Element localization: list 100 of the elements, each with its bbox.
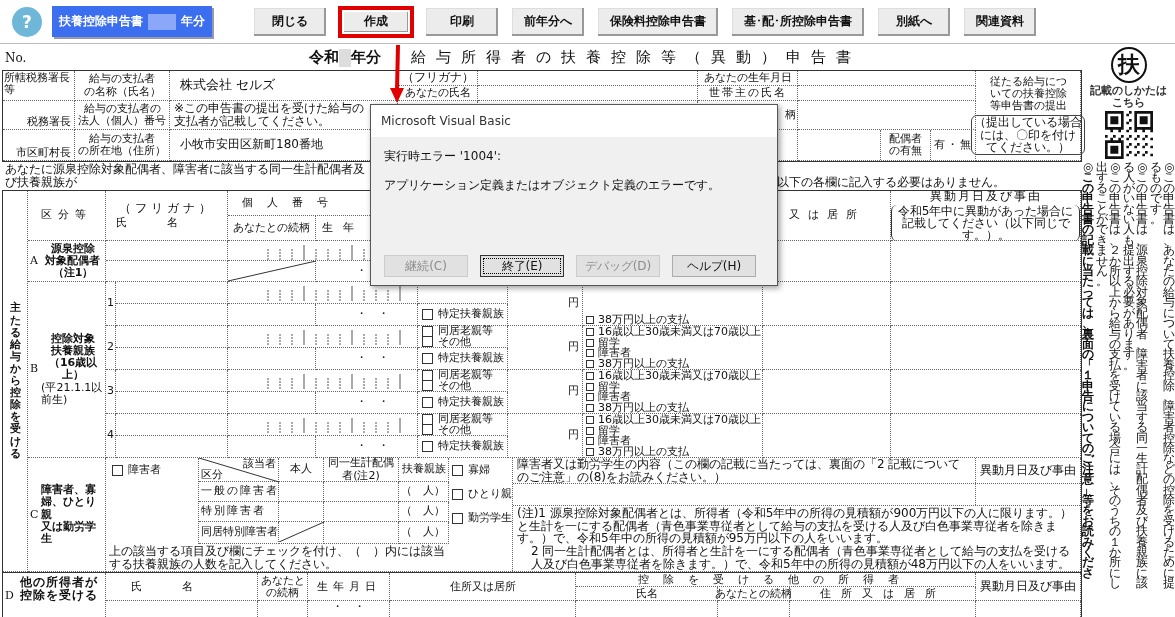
payer-address-label: 給与の支払者 の所在地（住所）	[78, 132, 166, 158]
column-header: 氏名	[635, 587, 658, 600]
toolbar-button[interactable]: 基･配･所控除申告書	[730, 5, 866, 38]
birth-date: ・ ・	[332, 601, 365, 613]
instruction-text: 上の該当する項目及び欄にチェックを付け、（ ）内には該当する扶養親族の人数を記入してください。	[108, 544, 446, 572]
checkbox-label: 特定扶養親族	[438, 440, 504, 453]
checkbox-label: 38万円以上の支払	[598, 357, 689, 370]
person-count: （ 人）	[401, 485, 445, 498]
checkbox[interactable]	[422, 369, 433, 381]
column-header: 異動月日及び事由	[980, 580, 1076, 593]
secondary-form-label: 従たる給与につ いての扶養控除 等申告書の提出	[989, 75, 1067, 113]
toolbar-button[interactable]: 前年分へ	[510, 5, 586, 38]
column-header: あなたとの続柄	[259, 575, 306, 599]
instruction-note: 出することができません。	[1095, 162, 1109, 287]
spouse-options: 有・無	[933, 138, 973, 152]
column-header: 氏名	[115, 216, 218, 229]
column-header: 異動月日及び事由	[929, 190, 1042, 204]
change-note: 令和5年中に異動があった場合に記載してください（以下同じです。）。	[891, 204, 1080, 241]
instruction-note: ◎この申告書は、あなたの給与について扶養控除、障害者控除などの控除を受けるために提	[1162, 162, 1175, 589]
column-header: 生年	[322, 221, 364, 235]
checkbox[interactable]	[586, 328, 594, 337]
checkbox-label: 特定扶養親族	[438, 352, 504, 365]
column-header: 生年月日	[316, 580, 381, 593]
dialog-button[interactable]: 終了(E)	[480, 255, 564, 277]
checkbox[interactable]	[586, 393, 594, 402]
checkbox[interactable]	[422, 441, 433, 452]
checkbox-label: 特定扶養親族	[438, 396, 504, 409]
checkbox[interactable]	[422, 424, 433, 436]
checkbox[interactable]	[586, 437, 594, 446]
number-label: No.	[4, 50, 28, 65]
checkbox[interactable]	[452, 488, 463, 500]
office-label: 税務署長	[27, 115, 71, 128]
column-header: 本人	[290, 463, 312, 476]
checkbox[interactable]	[586, 416, 594, 425]
toolbar-button[interactable]: 作成	[338, 5, 414, 38]
toolbar-button[interactable]: 印刷	[424, 5, 500, 38]
checkbox-label: その他	[438, 335, 471, 348]
section-label: 主たる給与から控除を受ける	[9, 302, 21, 460]
checkbox-label: 障害者	[598, 435, 631, 448]
instruction-note: ◎この申告書は、源泉控除対象配偶者、障害者に該当する同一生計配偶者及び扶養親族に該	[1135, 162, 1149, 589]
dialog-button[interactable]: ヘルプ(H)	[672, 255, 756, 277]
form-title-button[interactable]: 扶養控除申告書 年分	[52, 6, 212, 37]
checkbox[interactable]	[452, 464, 463, 476]
checkbox[interactable]	[586, 426, 594, 435]
column-header: 住所又は居所	[449, 580, 516, 593]
checkbox[interactable]	[586, 372, 594, 381]
row-number: 2	[107, 341, 114, 354]
column-header: （フリガナ）	[118, 202, 215, 216]
checkbox[interactable]	[586, 315, 594, 324]
checkbox[interactable]	[112, 464, 123, 476]
checkbox-label: 特定扶養親族	[438, 308, 504, 321]
checkbox[interactable]	[422, 380, 433, 392]
checkbox[interactable]	[422, 336, 433, 348]
checkbox[interactable]	[586, 338, 594, 347]
payer-number-note: ※この申告書の提出を受けた給与の支払者が記載してください。	[174, 101, 366, 129]
toolbar-button[interactable]: 閉じる	[252, 5, 328, 38]
checkbox[interactable]	[586, 382, 594, 391]
checkbox[interactable]	[586, 403, 594, 412]
yen-unit: 円	[568, 429, 579, 442]
category-label: 障害者、寡 婦、ひとり親 又は勤労学 生	[41, 484, 98, 545]
guide-link[interactable]: 記載のしかたはこちら	[1088, 85, 1169, 109]
category-note: (平21.1.1以前生)	[41, 382, 104, 407]
checkbox-label: 38万円以上の支払	[598, 313, 689, 326]
instruction-note: ◎この申告書は、２か所以上から給与の支払を受けている場合には、そのうちの１か所にし	[1108, 162, 1122, 589]
payer-number-label: 給与の支払者の 法人（個人）番号	[78, 102, 166, 128]
checkbox-label: 寡婦	[468, 464, 490, 477]
payer-name-label: 給与の支払者 の名称（氏名）	[83, 73, 161, 98]
householder-label: 世帯主の氏名	[708, 86, 787, 100]
corner-label: 該当者	[243, 458, 276, 471]
notice-text: あなたに源泉控除対象配偶者、障害者に該当する同一生計配偶者及び扶養親族が	[4, 163, 366, 189]
column-header: 同一生計配偶者(注2)	[327, 457, 395, 482]
checkbox-label: 勤労学生	[468, 512, 512, 525]
birth-date: ・ ・	[356, 352, 389, 365]
checkbox[interactable]	[422, 309, 433, 320]
checkbox[interactable]	[586, 359, 594, 368]
toolbar-button[interactable]: 関連資料	[962, 5, 1038, 38]
checkbox[interactable]	[422, 325, 433, 337]
category-label: 源泉控除 対象配偶者 （注1）	[45, 242, 101, 280]
checkbox[interactable]	[586, 349, 594, 358]
row-letter: B	[30, 363, 39, 376]
category-label: 他の所得者が 控除を受ける	[19, 576, 98, 602]
toolbar-button[interactable]: 別紙へ	[876, 5, 952, 38]
person-count: （ 人）	[401, 526, 445, 539]
yen-unit: 円	[568, 297, 579, 310]
furigana-label: （フリガナ）	[401, 71, 474, 85]
column-header: あなたとの続柄	[233, 221, 310, 235]
checkbox[interactable]	[452, 512, 463, 524]
checkbox[interactable]	[586, 447, 594, 456]
checkbox[interactable]	[422, 397, 433, 408]
toolbar-button[interactable]: 保険料控除申告書	[596, 5, 720, 38]
row-letter: D	[5, 589, 14, 602]
your-name-label: あなたの氏名	[404, 86, 471, 100]
row-number: 3	[107, 385, 114, 398]
checkbox[interactable]	[422, 413, 433, 425]
column-header: 住所又は居所	[819, 587, 946, 600]
birth-date: ・ ・	[356, 440, 389, 453]
instruction-note: る人がいない人も提出する必要があります。	[1122, 162, 1136, 371]
qr-code[interactable]	[1104, 111, 1153, 159]
checkbox[interactable]	[422, 353, 433, 364]
footnote: 2 同一生計配偶者とは、所得者と生計を一にする配偶者（青色事業専従者として給与の支払を受ける人及び白色事業専従者を除きます。）で、令和5年中の所得の見積額が48万円以下の人をいいます。	[530, 545, 1072, 571]
